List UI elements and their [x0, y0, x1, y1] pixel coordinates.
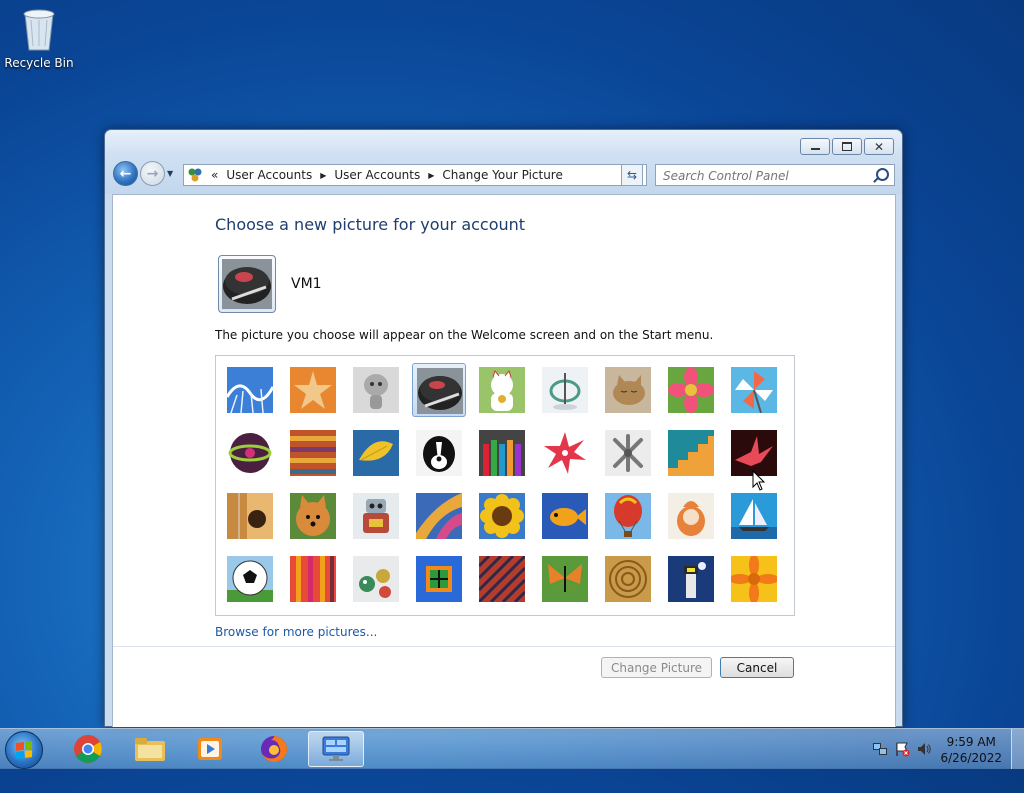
maximize-button[interactable] — [832, 138, 862, 155]
minimize-button[interactable] — [800, 138, 830, 155]
breadcrumb-label: User Accounts — [334, 168, 421, 182]
back-arrow-icon: ← — [119, 165, 132, 182]
account-name: VM1 — [291, 276, 322, 292]
minimize-icon — [810, 148, 820, 150]
close-button[interactable]: ✕ — [864, 138, 894, 155]
window-titlebar: ✕ ← → ▼ « User Accounts ▶ User Accounts ▶ … — [105, 130, 902, 194]
taskbar-media-player[interactable] — [182, 731, 238, 767]
picture-yellow-leaf[interactable] — [349, 426, 403, 480]
picture-silk-fabric[interactable] — [412, 489, 466, 543]
picture-stairs[interactable] — [664, 426, 718, 480]
close-icon: ✕ — [873, 139, 885, 154]
picture-pink-flower[interactable] — [664, 363, 718, 417]
picture-starfish[interactable] — [286, 363, 340, 417]
picture-hot-air-balloon[interactable] — [601, 489, 655, 543]
cancel-button[interactable]: Cancel — [720, 657, 794, 678]
firefox-icon — [261, 736, 287, 762]
search-input[interactable] — [661, 166, 875, 186]
taskbar-file-explorer[interactable] — [122, 731, 178, 767]
taskbar-chrome[interactable] — [60, 731, 116, 767]
search-icon[interactable] — [876, 168, 889, 181]
start-button[interactable] — [5, 731, 43, 769]
picture-pomeranian[interactable] — [286, 489, 340, 543]
picture-paper-star[interactable] — [538, 426, 592, 480]
picture-marbles[interactable] — [349, 552, 403, 606]
control-panel-icon — [322, 736, 350, 761]
current-account-picture — [218, 255, 276, 313]
refresh-button[interactable]: ⇆ — [621, 164, 643, 186]
windows-logo-icon — [16, 741, 32, 759]
recycle-bin[interactable]: Recycle Bin — [4, 6, 74, 70]
taskbar: 9:59 AM 6/26/2022 — [0, 728, 1024, 769]
recent-pages-dropdown[interactable]: ▼ — [167, 169, 173, 178]
system-tray: 9:59 AM 6/26/2022 — [864, 729, 1024, 769]
picture-soccer-ball[interactable] — [223, 552, 277, 606]
picture-fish[interactable] — [538, 489, 592, 543]
change-picture-window: ✕ ← → ▼ « User Accounts ▶ User Accounts ▶ … — [104, 129, 903, 727]
breadcrumb-change-your-picture[interactable]: Change Your Picture — [442, 168, 562, 182]
picture-pinwheel[interactable] — [727, 363, 781, 417]
picture-crayons[interactable] — [475, 426, 529, 480]
address-bar[interactable]: « User Accounts ▶ User Accounts ▶ Change Y… — [183, 164, 647, 186]
picture-record-turntable[interactable] — [412, 363, 466, 417]
clock-time: 9:59 AM — [946, 735, 996, 749]
show-desktop-button[interactable] — [1011, 729, 1024, 769]
picture-guitar[interactable] — [223, 489, 277, 543]
control-panel-icon — [187, 167, 203, 183]
action-center-flag-icon[interactable] — [894, 741, 910, 757]
picture-toy-robot[interactable] — [349, 489, 403, 543]
maximize-icon — [842, 142, 852, 151]
refresh-icon: ⇆ — [626, 168, 638, 182]
breadcrumb-user-accounts-2[interactable]: User Accounts ▶ — [334, 168, 434, 182]
picture-window[interactable] — [412, 552, 466, 606]
picture-striped-cloth[interactable] — [286, 552, 340, 606]
picture-grid — [215, 355, 795, 616]
picture-bowling-ball[interactable] — [223, 426, 277, 480]
picture-roller-coaster[interactable] — [223, 363, 277, 417]
picture-orange-flower[interactable] — [727, 552, 781, 606]
picture-sailboat[interactable] — [727, 489, 781, 543]
breadcrumb-overflow[interactable]: « — [211, 168, 218, 182]
chevron-right-icon[interactable]: ▶ — [320, 171, 326, 180]
file-explorer-icon — [135, 738, 165, 761]
change-picture-button[interactable]: Change Picture — [601, 657, 712, 678]
mouse-cursor-icon — [752, 470, 766, 491]
picture-basket-weave[interactable] — [601, 552, 655, 606]
picture-dog[interactable] — [412, 426, 466, 480]
picture-doll[interactable] — [664, 489, 718, 543]
taskbar-control-panel[interactable] — [308, 731, 364, 767]
picture-jacks[interactable] — [601, 426, 655, 480]
picture-woven-fabric[interactable] — [286, 426, 340, 480]
divider — [113, 646, 895, 647]
picture-kitten[interactable] — [601, 363, 655, 417]
taskbar-firefox[interactable] — [246, 731, 302, 767]
picture-sunflower[interactable] — [475, 489, 529, 543]
picture-butterfly[interactable] — [538, 552, 592, 606]
clock[interactable]: 9:59 AM 6/26/2022 — [940, 734, 1002, 766]
forward-arrow-icon: → — [146, 165, 159, 182]
recycle-bin-label: Recycle Bin — [4, 56, 74, 70]
volume-icon[interactable] — [916, 741, 932, 757]
picture-spinning-top[interactable] — [538, 363, 592, 417]
forward-button[interactable]: → — [140, 161, 165, 186]
content-pane: Choose a new picture for your account VM… — [112, 194, 896, 727]
chrome-icon — [74, 735, 102, 763]
recycle-bin-icon — [19, 6, 59, 52]
browse-more-pictures-link[interactable]: Browse for more pictures... — [215, 625, 377, 639]
picture-lucky-cat[interactable] — [475, 363, 529, 417]
info-text: The picture you choose will appear on th… — [215, 328, 714, 342]
search-box[interactable] — [655, 164, 895, 186]
picture-lighthouse[interactable] — [664, 552, 718, 606]
network-icon[interactable] — [872, 741, 888, 757]
breadcrumb-user-accounts-1[interactable]: User Accounts ▶ — [226, 168, 326, 182]
picture-robot-figure[interactable] — [349, 363, 403, 417]
picture-pattern-rug[interactable] — [475, 552, 529, 606]
clock-date: 6/26/2022 — [940, 751, 1002, 765]
page-title: Choose a new picture for your account — [215, 215, 526, 234]
chevron-right-icon[interactable]: ▶ — [428, 171, 434, 180]
breadcrumb-label: User Accounts — [226, 168, 313, 182]
media-player-icon — [198, 738, 222, 760]
back-button[interactable]: ← — [113, 161, 138, 186]
